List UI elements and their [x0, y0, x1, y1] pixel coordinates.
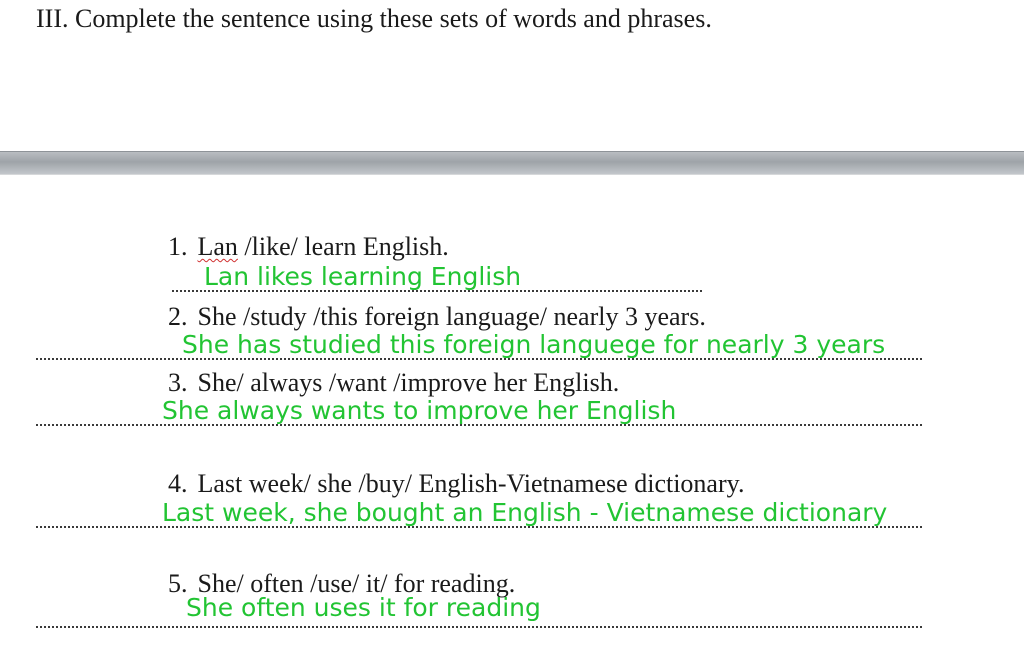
answer-5: She often uses it for reading [186, 593, 541, 622]
question-4: 4. Last week/ she /buy/ English-Vietnames… [168, 469, 744, 499]
question-number: 5. [168, 569, 188, 598]
question-text: /like/ learn English. [237, 232, 449, 261]
question-number: 3. [168, 368, 188, 397]
question-1: 1. Lan /like/ learn English. [168, 232, 449, 262]
exercise-heading: III. Complete the sentence using these s… [36, 4, 712, 33]
question-text: She/ always /want /improve her English. [197, 368, 620, 397]
question-number: 4. [168, 469, 188, 498]
answer-2: She has studied this foreign languege fo… [182, 330, 886, 359]
question-3: 3. She/ always /want /improve her English… [168, 368, 619, 398]
question-text: Last week/ she /buy/ English-Vietnamese … [197, 469, 745, 498]
question-2: 2. She /study /this foreign language/ nea… [168, 302, 706, 332]
answer-1: Lan likes learning English [204, 262, 522, 291]
answer-4: Last week, she bought an English - Vietn… [162, 498, 888, 527]
question-text: She /study /this foreign language/ nearl… [197, 302, 706, 331]
page-break-divider [0, 151, 1024, 175]
answer-3: She always wants to improve her English [162, 396, 677, 425]
answer-line-5 [36, 626, 922, 628]
question-number: 1. [168, 232, 188, 261]
question-number: 2. [168, 302, 188, 331]
misspelled-word: Lan [197, 232, 238, 261]
